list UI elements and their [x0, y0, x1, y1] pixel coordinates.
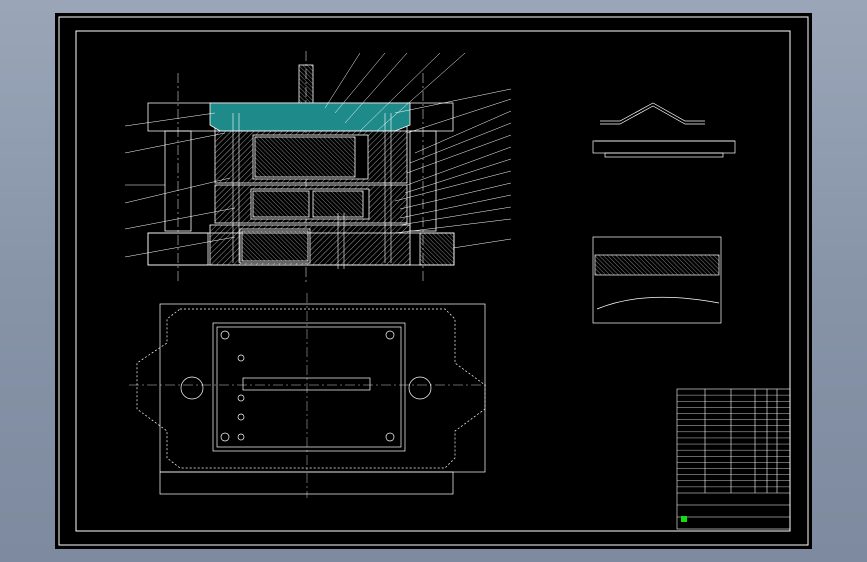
title-block-green-cell	[681, 516, 687, 522]
plan-lower-rect	[159, 471, 454, 495]
part-profile-view	[592, 102, 736, 158]
punch-inner-hatch	[254, 136, 356, 178]
stripper-inner-hatch	[252, 190, 310, 218]
die-shank	[298, 64, 314, 104]
plan-guide-hole-right	[408, 376, 432, 400]
plan-die-outline	[136, 308, 486, 469]
plan-guide-hole-left	[180, 376, 204, 400]
plan-view	[129, 293, 487, 498]
assembly-drawing	[58, 16, 809, 546]
cad-viewport[interactable]	[55, 13, 812, 549]
plan-strip-slot	[242, 377, 371, 391]
front-section-view	[147, 51, 455, 283]
sheet-outer-border	[58, 16, 809, 546]
plan-inner-plate	[212, 322, 406, 452]
sheet-inner-border	[75, 30, 791, 532]
strip-layout-view	[592, 236, 722, 324]
upper-plate-section	[209, 102, 411, 132]
title-block	[676, 388, 791, 530]
